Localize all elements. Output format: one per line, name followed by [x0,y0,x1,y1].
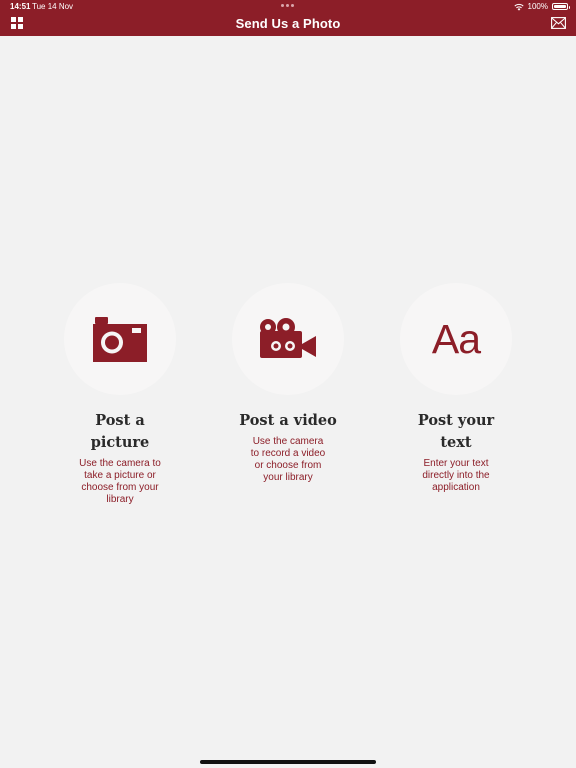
text-icon: Aa [431,315,481,362]
home-indicator[interactable] [200,760,376,764]
status-date: Tue 14 Nov [32,2,74,11]
battery-icon [552,3,570,10]
post-picture-title: Post a picture [90,412,150,451]
post-video-title: Post a video [239,412,337,429]
battery-percentage: 100% [527,2,548,11]
post-text-title: Post your text [417,412,495,451]
multitasking-dots-icon[interactable] [281,4,294,7]
status-indicators: 100% [513,2,570,11]
post-text-description: Enter your text directly into the applic… [422,458,490,493]
camera-icon [93,317,147,362]
post-picture-option[interactable]: Post a picture Use the camera to take a … [50,283,190,506]
app-header: 14:51 Tue 14 Nov 100% Send Us a Photo [0,0,576,36]
wifi-icon [513,3,524,11]
status-time: 14:51 [10,2,31,11]
video-camera-icon [260,318,316,358]
page-title: Send Us a Photo [235,16,341,31]
post-video-option[interactable]: Post a video Use the camera to record a … [218,283,358,484]
post-picture-description: Use the camera to take a picture or choo… [79,458,161,505]
video-icon-circle[interactable] [232,283,344,395]
text-icon-circle[interactable]: Aa [400,283,512,395]
post-text-option[interactable]: Aa Post your text Enter your text direct… [386,283,526,494]
picture-icon-circle[interactable] [64,283,176,395]
post-video-description: Use the camera to record a video or choo… [250,436,326,483]
mail-icon[interactable] [551,17,566,29]
battery-fill [554,5,566,8]
